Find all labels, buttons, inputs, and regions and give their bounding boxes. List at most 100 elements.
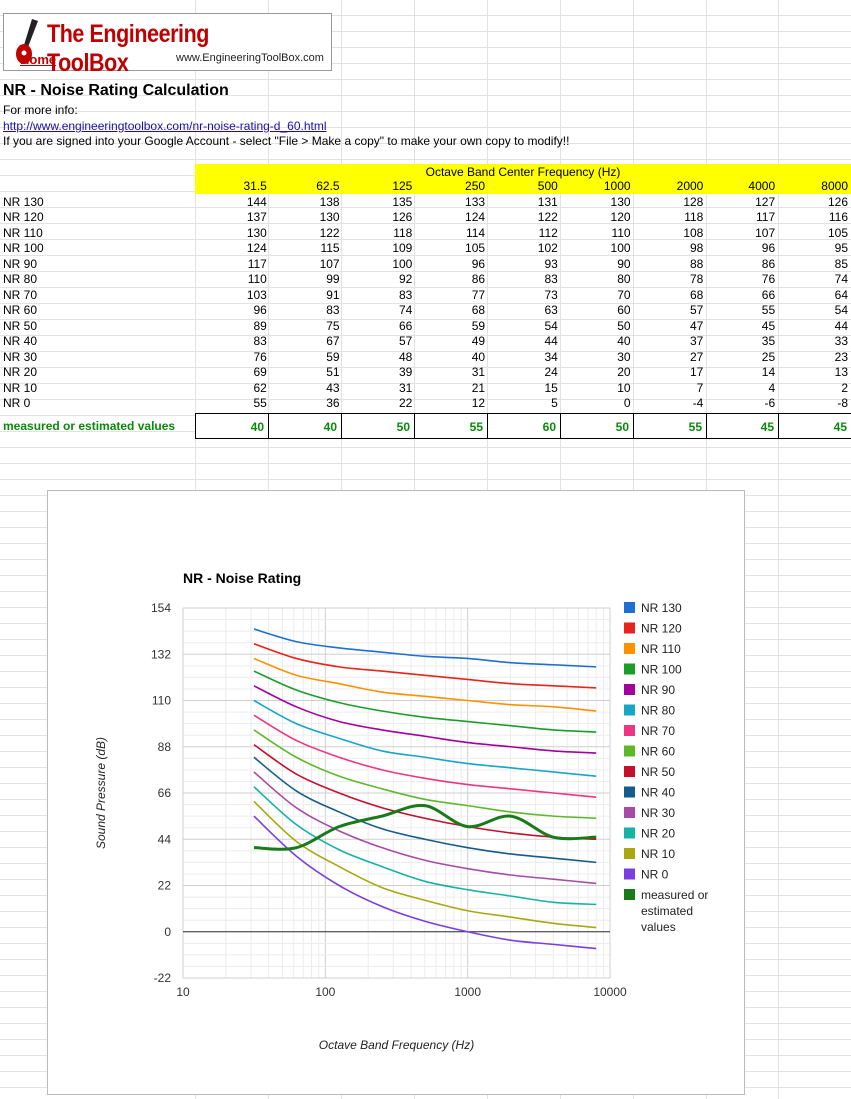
row-label[interactable]: NR 80 [0,272,197,288]
value-cell[interactable]: 31 [415,365,488,381]
value-cell[interactable]: 122 [270,226,343,242]
value-cell[interactable]: 88 [634,257,707,273]
frequency-cell[interactable]: 125 [343,179,416,195]
row-label[interactable]: NR 90 [0,257,197,273]
value-cell[interactable]: 14 [706,365,778,381]
value-cell[interactable]: 77 [415,288,488,304]
row-label[interactable]: NR 50 [0,319,197,335]
value-cell[interactable]: 110 [561,226,634,242]
value-cell[interactable]: 63 [488,303,561,319]
value-cell[interactable]: 40 [561,334,634,350]
value-cell[interactable]: 127 [706,195,778,211]
row-label[interactable]: NR 20 [0,365,197,381]
frequency-cell[interactable]: 500 [488,179,561,195]
value-cell[interactable]: 57 [634,303,707,319]
value-cell[interactable]: 31 [343,381,416,397]
value-cell[interactable]: 124 [415,210,488,226]
measured-input-cell[interactable]: 55 [414,413,487,439]
frequency-cell[interactable]: 62.5 [270,179,343,195]
row-label[interactable]: NR 60 [0,303,197,319]
value-cell[interactable]: 96 [706,241,778,257]
info-link[interactable]: http://www.engineeringtoolbox.com/nr-noi… [3,119,327,134]
value-cell[interactable]: 83 [270,303,343,319]
value-cell[interactable]: 74 [778,272,851,288]
value-cell[interactable]: 68 [415,303,488,319]
value-cell[interactable]: 112 [488,226,561,242]
value-cell[interactable]: 39 [343,365,416,381]
value-cell[interactable]: 55 [706,303,778,319]
value-cell[interactable]: 69 [197,365,270,381]
value-cell[interactable]: 66 [343,319,416,335]
frequency-cell[interactable]: 8000 [778,179,851,195]
value-cell[interactable]: 73 [488,288,561,304]
value-cell[interactable]: 95 [778,241,851,257]
value-cell[interactable]: 98 [634,241,707,257]
value-cell[interactable]: 83 [197,334,270,350]
row-label[interactable]: NR 0 [0,396,197,412]
value-cell[interactable]: 91 [270,288,343,304]
value-cell[interactable]: 107 [270,257,343,273]
value-cell[interactable]: 109 [343,241,416,257]
value-cell[interactable]: 107 [706,226,778,242]
value-cell[interactable]: 124 [197,241,270,257]
value-cell[interactable]: 131 [488,195,561,211]
value-cell[interactable]: 108 [634,226,707,242]
value-cell[interactable]: 30 [561,350,634,366]
value-cell[interactable]: 20 [561,365,634,381]
measured-input-cell[interactable]: 50 [341,413,414,439]
value-cell[interactable]: 118 [634,210,707,226]
value-cell[interactable]: 45 [706,319,778,335]
measured-input-cell[interactable]: 40 [268,413,341,439]
value-cell[interactable]: 86 [415,272,488,288]
value-cell[interactable]: 2 [778,381,851,397]
value-cell[interactable]: 40 [415,350,488,366]
value-cell[interactable]: 37 [634,334,707,350]
value-cell[interactable]: 89 [197,319,270,335]
value-cell[interactable]: 60 [561,303,634,319]
value-cell[interactable]: 80 [561,272,634,288]
value-cell[interactable]: 117 [706,210,778,226]
value-cell[interactable]: 27 [634,350,707,366]
value-cell[interactable]: 133 [415,195,488,211]
value-cell[interactable]: 36 [270,396,343,412]
value-cell[interactable]: 25 [706,350,778,366]
value-cell[interactable]: 0 [561,396,634,412]
value-cell[interactable]: 102 [488,241,561,257]
value-cell[interactable]: 49 [415,334,488,350]
home-link[interactable]: Home [20,52,56,67]
frequency-cell[interactable]: 250 [415,179,488,195]
value-cell[interactable]: 66 [706,288,778,304]
value-cell[interactable]: 43 [270,381,343,397]
value-cell[interactable]: 59 [415,319,488,335]
value-cell[interactable]: 10 [561,381,634,397]
value-cell[interactable]: 78 [634,272,707,288]
value-cell[interactable]: 15 [488,381,561,397]
value-cell[interactable]: 110 [197,272,270,288]
value-cell[interactable]: 117 [197,257,270,273]
value-cell[interactable]: 118 [343,226,416,242]
value-cell[interactable]: 103 [197,288,270,304]
value-cell[interactable]: 47 [634,319,707,335]
value-cell[interactable]: 68 [634,288,707,304]
value-cell[interactable]: 70 [561,288,634,304]
value-cell[interactable]: 33 [778,334,851,350]
value-cell[interactable]: 100 [343,257,416,273]
row-label[interactable]: NR 110 [0,226,197,242]
value-cell[interactable]: 7 [634,381,707,397]
value-cell[interactable]: 48 [343,350,416,366]
value-cell[interactable]: 44 [488,334,561,350]
value-cell[interactable]: 75 [270,319,343,335]
value-cell[interactable]: 144 [197,195,270,211]
row-label[interactable]: NR 30 [0,350,197,366]
value-cell[interactable]: 126 [778,195,851,211]
value-cell[interactable]: 122 [488,210,561,226]
row-label[interactable]: NR 120 [0,210,197,226]
value-cell[interactable]: 57 [343,334,416,350]
value-cell[interactable]: 115 [270,241,343,257]
value-cell[interactable]: 76 [197,350,270,366]
measured-input-cell[interactable]: 45 [706,413,778,439]
value-cell[interactable]: 76 [706,272,778,288]
value-cell[interactable]: 130 [197,226,270,242]
frequency-cell[interactable]: 1000 [561,179,634,195]
value-cell[interactable]: 12 [415,396,488,412]
